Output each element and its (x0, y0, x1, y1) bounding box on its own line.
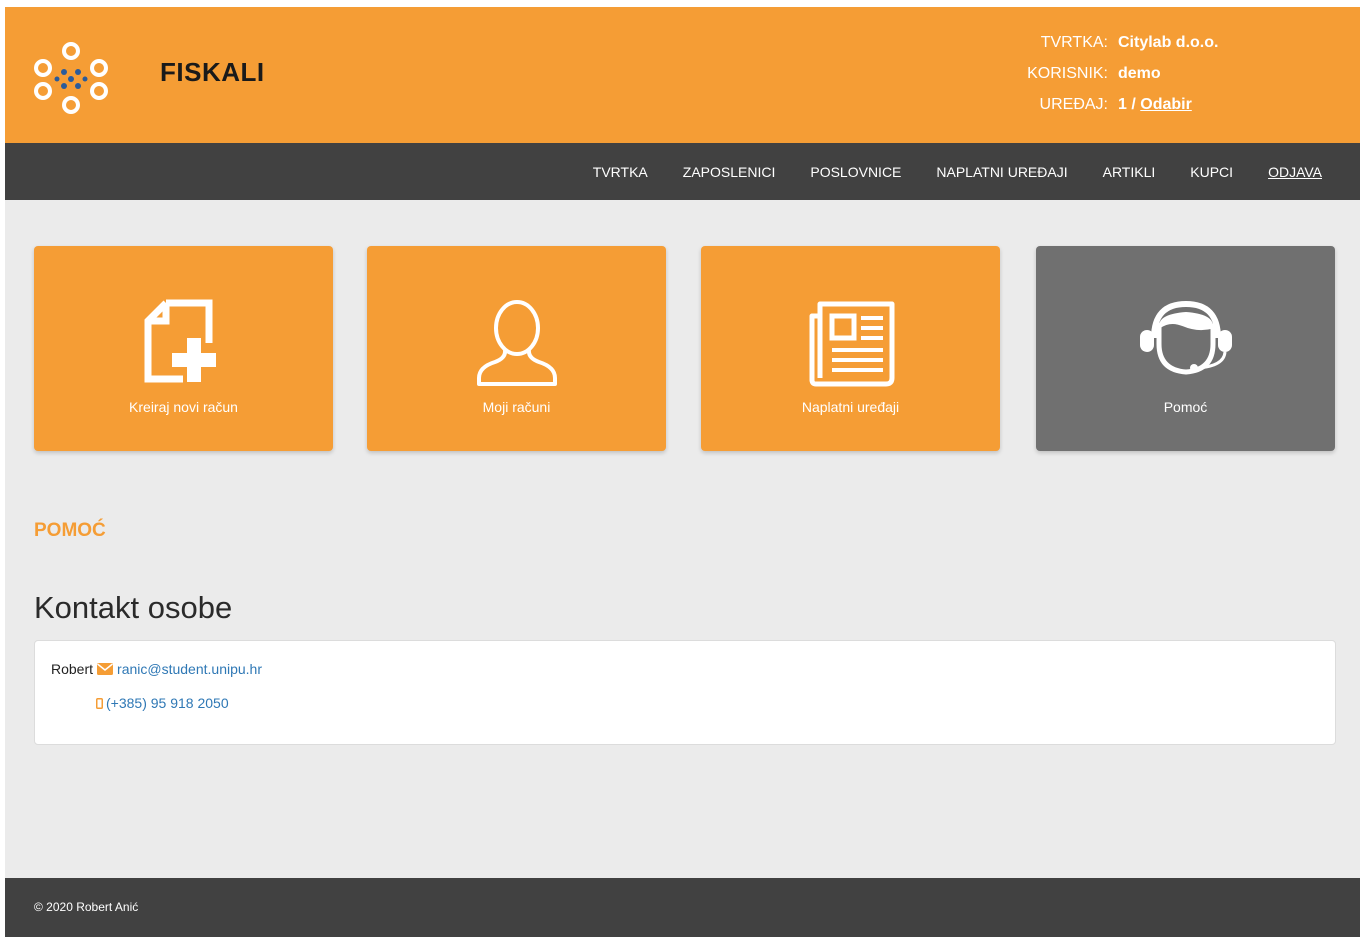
mobile-phone-icon (96, 697, 103, 709)
nav-item-customers[interactable]: KUPCI (1190, 164, 1233, 180)
tile-my-invoices[interactable]: Moji računi (367, 246, 666, 451)
nav-item-business-units[interactable]: POSLOVNICE (810, 164, 901, 180)
contact-email-link[interactable]: ranic@student.unipu.hr (117, 661, 262, 677)
header: FISKALI TVRTKA: Citylab d.o.o. KORISNIK:… (5, 7, 1360, 143)
nav-item-employees[interactable]: ZAPOSLENICI (683, 164, 776, 180)
envelope-icon (97, 663, 114, 675)
main-nav: TVRTKA ZAPOSLENICI POSLOVNICE NAPLATNI U… (5, 143, 1360, 200)
nav-item-items[interactable]: ARTIKLI (1103, 164, 1156, 180)
user-icon (476, 300, 557, 386)
newspaper-icon (809, 301, 894, 387)
tile-payment-devices[interactable]: Naplatni uređaji (701, 246, 1000, 451)
footer-copyright: © 2020 Robert Anić (34, 900, 139, 914)
contact-card: Robert ranic@student.unipu.hr (+385) 95 … (34, 640, 1336, 745)
tile-label: Naplatni uređaji (801, 399, 900, 415)
brand-name[interactable]: FISKALI (160, 57, 265, 88)
device-select-link[interactable]: Odabir (1140, 96, 1192, 113)
logo-icon[interactable] (32, 39, 110, 115)
device-label: UREĐAJ: (1039, 96, 1108, 113)
account-info: TVRTKA: Citylab d.o.o. KORISNIK: demo UR… (1000, 27, 1260, 120)
nav-item-payment-devices[interactable]: NAPLATNI UREĐAJI (936, 164, 1067, 180)
footer: © 2020 Robert Anić (5, 878, 1360, 937)
user-value: demo (1118, 65, 1161, 82)
app-frame: FISKALI TVRTKA: Citylab d.o.o. KORISNIK:… (5, 7, 1360, 937)
contact-phone-link[interactable]: (+385) 95 918 2050 (106, 695, 229, 711)
contacts-heading: Kontakt osobe (34, 590, 233, 625)
headset-support-icon (1139, 300, 1232, 375)
user-label: KORISNIK: (1027, 65, 1108, 82)
nav-item-company[interactable]: TVRTKA (593, 164, 648, 180)
tile-create-invoice[interactable]: Kreiraj novi račun (34, 246, 333, 451)
device-value: 1 / Odabir (1118, 89, 1192, 120)
company-label: TVRTKA: (1040, 34, 1108, 51)
tile-help[interactable]: Pomoć (1036, 246, 1335, 451)
tile-label: Moji računi (482, 399, 551, 415)
tile-label: Pomoć (1163, 399, 1208, 415)
section-title: POMOĆ (34, 520, 106, 541)
tile-label: Kreiraj novi račun (129, 399, 238, 415)
contact-name: Robert (51, 661, 94, 677)
company-value: Citylab d.o.o. (1118, 34, 1219, 51)
new-document-icon (144, 299, 216, 383)
device-number: 1 / (1118, 96, 1136, 113)
nav-item-logout[interactable]: ODJAVA (1268, 164, 1322, 180)
